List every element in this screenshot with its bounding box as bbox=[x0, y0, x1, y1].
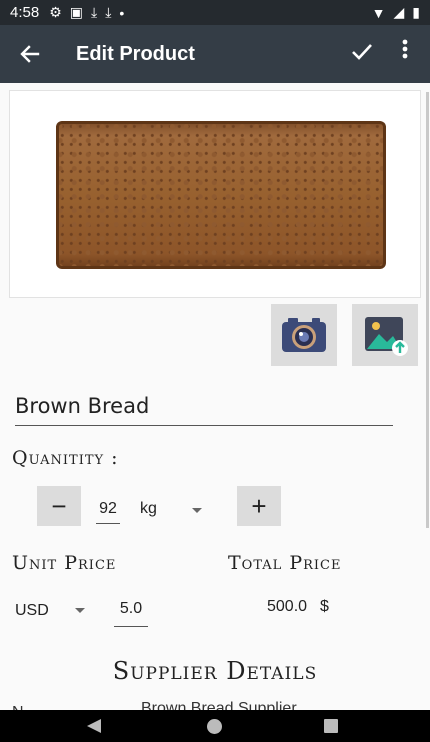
wifi-icon: ▼ bbox=[371, 4, 386, 21]
total-currency-symbol: $ bbox=[320, 598, 329, 615]
navigation-bar bbox=[0, 710, 430, 742]
signal-icon: ◢ bbox=[393, 4, 405, 20]
more-options-button[interactable] bbox=[394, 39, 416, 71]
status-notification-icons: ⚙ ▣ ⤓ ⤓ • bbox=[49, 4, 124, 21]
status-time: 4:58 bbox=[10, 4, 40, 21]
status-system-icons: ▼ ◢ ▮ bbox=[372, 4, 420, 21]
unit-price-input[interactable]: 5.0 bbox=[114, 600, 148, 627]
photo-icon: ▣ bbox=[69, 4, 83, 20]
chevron-down-icon[interactable] bbox=[75, 608, 85, 613]
download-done-icon: ⤓ bbox=[105, 4, 112, 20]
product-image[interactable] bbox=[9, 90, 421, 298]
quantity-label: Quanitity : bbox=[12, 447, 119, 469]
battery-icon: ▮ bbox=[412, 4, 420, 20]
decrease-quantity-button[interactable]: − bbox=[37, 486, 81, 526]
increase-quantity-button[interactable]: + bbox=[237, 486, 281, 526]
arrow-left-icon bbox=[20, 45, 40, 63]
download-done-icon: ⤓ bbox=[91, 4, 98, 20]
back-triangle-icon[interactable] bbox=[87, 719, 101, 733]
unit-dropdown[interactable]: kg bbox=[140, 500, 157, 518]
app-bar: Edit Product bbox=[0, 25, 430, 83]
dot-icon: • bbox=[119, 4, 125, 21]
gallery-upload-icon bbox=[365, 317, 408, 356]
quantity-input[interactable]: 92 bbox=[96, 500, 120, 524]
camera-icon bbox=[282, 318, 326, 352]
camera-button[interactable] bbox=[271, 304, 337, 366]
unit-price-label: Unit Price bbox=[12, 552, 117, 574]
scrollbar[interactable] bbox=[426, 92, 429, 528]
gallery-upload-button[interactable] bbox=[352, 304, 418, 366]
save-button[interactable] bbox=[346, 39, 378, 71]
total-price-label: Total Price bbox=[228, 552, 342, 574]
recents-square-icon[interactable] bbox=[324, 719, 338, 733]
supplier-details-heading: Supplier Details bbox=[112, 657, 318, 685]
chevron-down-icon[interactable] bbox=[192, 508, 202, 513]
back-button[interactable] bbox=[0, 25, 60, 83]
bread-photo bbox=[56, 121, 386, 269]
currency-dropdown[interactable]: USD bbox=[15, 602, 49, 620]
status-bar: 4:58 ⚙ ▣ ⤓ ⤓ • ▼ ◢ ▮ bbox=[0, 0, 430, 25]
total-price-value: 500.0 bbox=[267, 598, 308, 615]
check-icon bbox=[352, 44, 372, 60]
home-circle-icon[interactable] bbox=[207, 719, 222, 734]
more-vert-icon bbox=[402, 39, 408, 59]
product-name-field[interactable]: Brown Bread bbox=[15, 394, 393, 426]
page-title: Edit Product bbox=[76, 42, 195, 65]
settings-icon: ⚙ bbox=[49, 4, 62, 20]
